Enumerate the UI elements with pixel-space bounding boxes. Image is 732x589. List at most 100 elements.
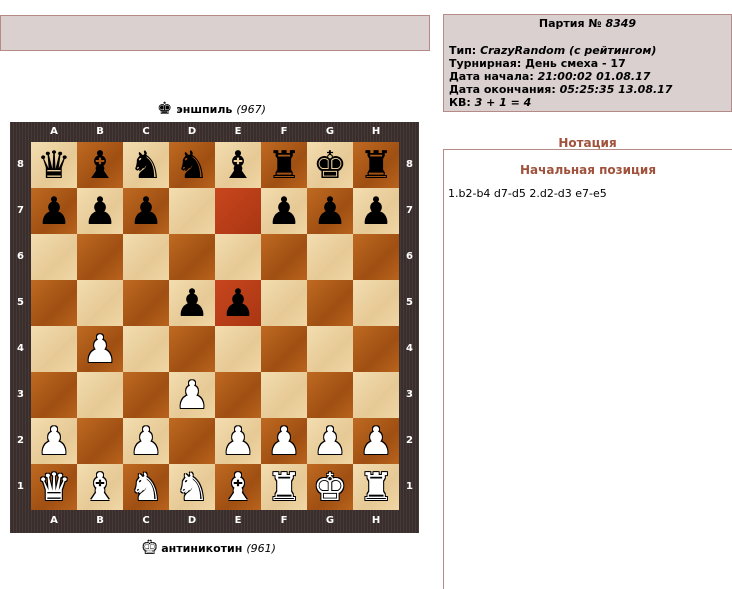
black-pawn-icon[interactable]: ♟ [83,188,117,234]
square-d3[interactable]: ♟ [169,372,215,418]
square-g5[interactable] [307,280,353,326]
square-f3[interactable] [261,372,307,418]
black-knight-icon[interactable]: ♞ [175,142,209,188]
white-pawn-icon[interactable]: ♟ [37,418,71,464]
square-e6[interactable] [215,234,261,280]
square-a4[interactable] [31,326,77,372]
move-list[interactable]: 1.b2-b4 d7-d5 2.d2-d3 e7-e5 [448,187,732,200]
square-g4[interactable] [307,326,353,372]
white-rook-icon[interactable]: ♜ [267,464,301,510]
square-d6[interactable] [169,234,215,280]
square-d1[interactable]: ♞ [169,464,215,510]
square-h6[interactable] [353,234,399,280]
white-pawn-icon[interactable]: ♟ [129,418,163,464]
white-knight-icon[interactable]: ♞ [129,464,163,510]
square-g6[interactable] [307,234,353,280]
square-b8[interactable]: ♝ [77,142,123,188]
square-f6[interactable] [261,234,307,280]
square-d5[interactable]: ♟ [169,280,215,326]
black-pawn-icon[interactable]: ♟ [313,188,347,234]
square-h5[interactable] [353,280,399,326]
square-b5[interactable] [77,280,123,326]
square-e3[interactable] [215,372,261,418]
square-a7[interactable]: ♟ [31,188,77,234]
square-g3[interactable] [307,372,353,418]
square-c5[interactable] [123,280,169,326]
square-c4[interactable] [123,326,169,372]
square-b6[interactable] [77,234,123,280]
square-c3[interactable] [123,372,169,418]
white-pawn-icon[interactable]: ♟ [267,418,301,464]
square-a8[interactable]: ♛ [31,142,77,188]
white-pawn-icon[interactable]: ♟ [175,372,209,418]
square-e5[interactable]: ♟ [215,280,261,326]
white-queen-icon[interactable]: ♛ [37,464,71,510]
square-f1[interactable]: ♜ [261,464,307,510]
square-b1[interactable]: ♝ [77,464,123,510]
square-g7[interactable]: ♟ [307,188,353,234]
player-bottom-name[interactable]: антиникотин [161,542,242,555]
square-g1[interactable]: ♚ [307,464,353,510]
square-e4[interactable] [215,326,261,372]
square-f8[interactable]: ♜ [261,142,307,188]
white-king-icon[interactable]: ♚ [313,464,347,510]
square-c8[interactable]: ♞ [123,142,169,188]
square-a1[interactable]: ♛ [31,464,77,510]
white-pawn-icon[interactable]: ♟ [313,418,347,464]
black-rook-icon[interactable]: ♜ [359,142,393,188]
white-pawn-icon[interactable]: ♟ [221,418,255,464]
square-d7[interactable] [169,188,215,234]
square-c2[interactable]: ♟ [123,418,169,464]
square-e8[interactable]: ♝ [215,142,261,188]
black-pawn-icon[interactable]: ♟ [175,280,209,326]
square-h1[interactable]: ♜ [353,464,399,510]
white-bishop-icon[interactable]: ♝ [221,464,255,510]
square-c6[interactable] [123,234,169,280]
square-h8[interactable]: ♜ [353,142,399,188]
black-rook-icon[interactable]: ♜ [267,142,301,188]
square-a6[interactable] [31,234,77,280]
square-b4[interactable]: ♟ [77,326,123,372]
square-e2[interactable]: ♟ [215,418,261,464]
black-pawn-icon[interactable]: ♟ [359,188,393,234]
black-bishop-icon[interactable]: ♝ [83,142,117,188]
square-h7[interactable]: ♟ [353,188,399,234]
square-c1[interactable]: ♞ [123,464,169,510]
square-h2[interactable]: ♟ [353,418,399,464]
white-rook-icon[interactable]: ♜ [359,464,393,510]
square-f2[interactable]: ♟ [261,418,307,464]
square-h4[interactable] [353,326,399,372]
square-h3[interactable] [353,372,399,418]
square-e1[interactable]: ♝ [215,464,261,510]
player-top-name[interactable]: эншпиль [176,103,232,116]
black-bishop-icon[interactable]: ♝ [221,142,255,188]
square-b7[interactable]: ♟ [77,188,123,234]
black-king-icon[interactable]: ♚ [313,142,347,188]
square-f5[interactable] [261,280,307,326]
square-g8[interactable]: ♚ [307,142,353,188]
white-pawn-icon[interactable]: ♟ [83,326,117,372]
square-b3[interactable] [77,372,123,418]
square-f7[interactable]: ♟ [261,188,307,234]
black-pawn-icon[interactable]: ♟ [221,280,255,326]
black-pawn-icon[interactable]: ♟ [37,188,71,234]
square-c7[interactable]: ♟ [123,188,169,234]
black-pawn-icon[interactable]: ♟ [129,188,163,234]
square-a3[interactable] [31,372,77,418]
white-bishop-icon[interactable]: ♝ [83,464,117,510]
square-d8[interactable]: ♞ [169,142,215,188]
white-knight-icon[interactable]: ♞ [175,464,209,510]
square-f4[interactable] [261,326,307,372]
square-d4[interactable] [169,326,215,372]
start-position-link[interactable]: Начальная позиция [444,163,732,177]
black-queen-icon[interactable]: ♛ [37,142,71,188]
black-pawn-icon[interactable]: ♟ [267,188,301,234]
square-b2[interactable] [77,418,123,464]
square-d2[interactable] [169,418,215,464]
chess-board[interactable]: ♛ ♝ ♞ ♞ ♝ ♜ ♚ ♜ ♟ ♟ ♟ ♟ ♟ ♟ ♟ ♟ ♟ ♟ ♟ ♟ ♟ ♟ ♟ ♟ ♛ ♝ ♞ ♞ ♝ ♜ ♚ ♜ [31,142,399,510]
black-knight-icon[interactable]: ♞ [129,142,163,188]
square-g2[interactable]: ♟ [307,418,353,464]
white-pawn-icon[interactable]: ♟ [359,418,393,464]
square-a5[interactable] [31,280,77,326]
square-a2[interactable]: ♟ [31,418,77,464]
